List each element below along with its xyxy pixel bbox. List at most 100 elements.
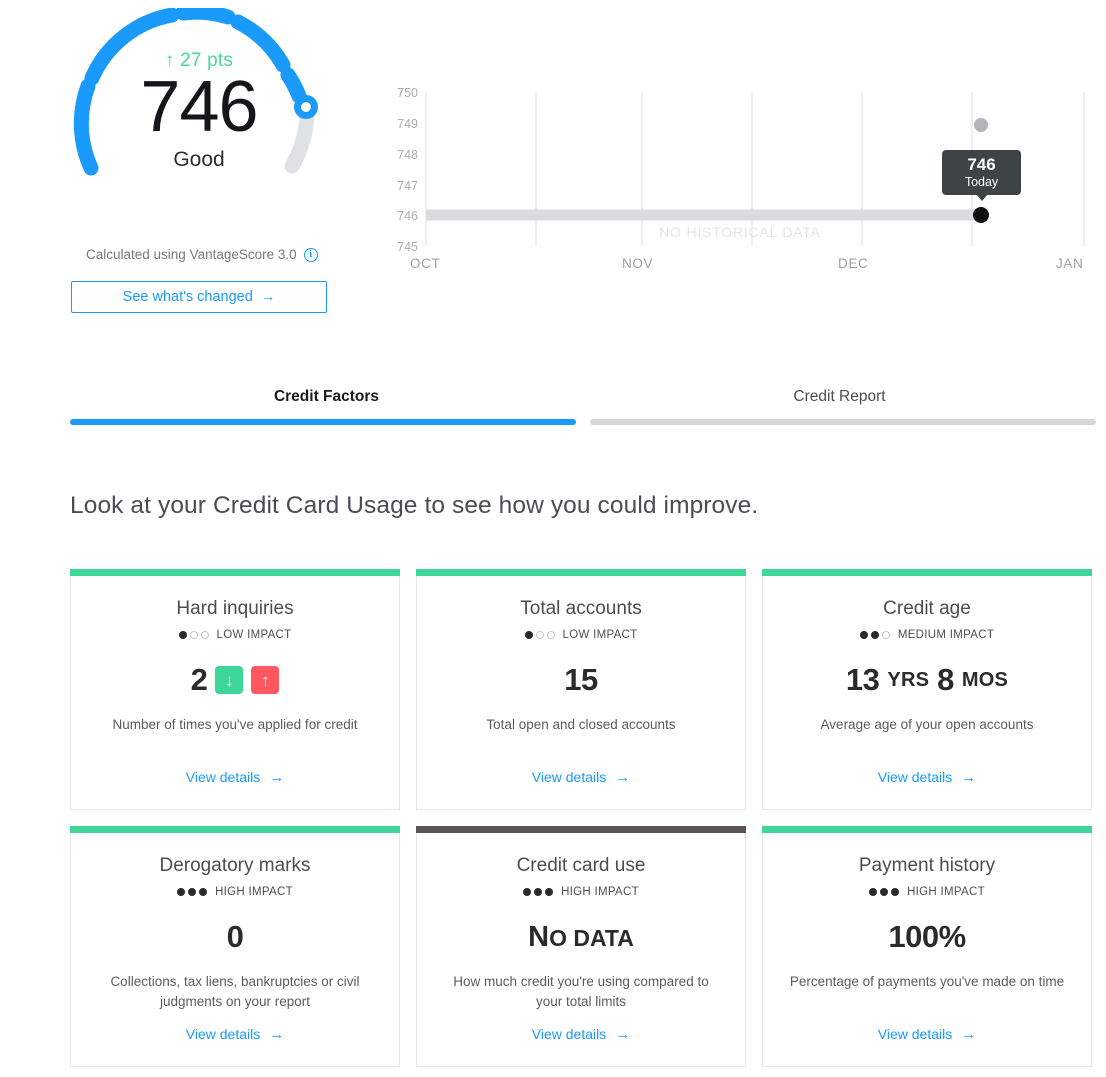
- impact-dots: [177, 888, 208, 896]
- card-value-row: 0: [227, 918, 244, 956]
- card-credit-card-use[interactable]: Credit card use HIGH IMPACT NO DATA How …: [416, 826, 746, 1067]
- card-value: 2: [190, 662, 208, 697]
- credit-factor-cards: Hard inquiries LOW IMPACT 2 ↓ ↑ Number o…: [70, 569, 1096, 1067]
- tab-credit-report[interactable]: Credit Report: [583, 388, 1096, 419]
- arrow-right-icon: →: [269, 1025, 285, 1043]
- score-value: 746: [140, 67, 258, 148]
- tab-indicator-credit-report: [590, 419, 1096, 425]
- impact-label: HIGH IMPACT: [907, 886, 985, 898]
- card-value-years: 13: [845, 662, 880, 697]
- see-whats-changed-label: See what's changed: [122, 289, 253, 305]
- card-description: Percentage of payments you've made on ti…: [789, 974, 1065, 989]
- score-overview-section: ↑ 27 pts 746 Good Calculated using Vanta…: [0, 0, 1106, 345]
- impact-label: LOW IMPACT: [562, 629, 638, 641]
- tab-credit-factors[interactable]: Credit Factors: [70, 388, 583, 419]
- impact-dots: [524, 631, 555, 639]
- card-title: Credit card use: [516, 855, 646, 876]
- view-details-link[interactable]: View details →: [186, 769, 284, 785]
- card-derogatory-marks[interactable]: Derogatory marks HIGH IMPACT 0 Collectio…: [70, 826, 400, 1067]
- view-details-link[interactable]: View details →: [532, 769, 630, 785]
- card-accent-bar: [416, 569, 746, 576]
- down-arrow-badge[interactable]: ↓: [215, 666, 244, 694]
- card-payment-history[interactable]: Payment history HIGH IMPACT 100% Percent…: [762, 826, 1092, 1067]
- y-tick-745: 745: [397, 240, 418, 254]
- card-accent-bar: [70, 826, 400, 833]
- card-description: Collections, tax liens, bankruptcies or …: [110, 974, 360, 1009]
- x-tick-oct: OCT: [410, 256, 441, 271]
- view-details-link[interactable]: View details →: [532, 1026, 630, 1042]
- x-tick-dec: DEC: [838, 256, 869, 271]
- card-unit-months: MOS: [961, 668, 1009, 691]
- card-value: 0: [226, 919, 244, 954]
- up-arrow-badge[interactable]: ↑: [251, 666, 280, 694]
- card-hard-inquiries[interactable]: Hard inquiries LOW IMPACT 2 ↓ ↑ Number o…: [70, 569, 400, 810]
- view-details-label: View details: [877, 769, 953, 785]
- impact-label: MEDIUM IMPACT: [897, 629, 995, 641]
- card-title: Hard inquiries: [176, 598, 294, 619]
- card-unit-years: YRS: [887, 668, 930, 691]
- card-value-row: NO DATA: [528, 918, 634, 956]
- section-tabs: Credit Factors Credit Report: [70, 388, 1096, 425]
- view-details-link[interactable]: View details →: [186, 1026, 284, 1042]
- y-tick-750: 750: [397, 86, 418, 100]
- arrow-right-icon: →: [615, 768, 631, 786]
- score-history-chart: 750 749 748 747 746 745 NO HISTORICAL DA…: [384, 84, 1096, 279]
- card-value: 15: [564, 662, 598, 697]
- x-tick-jan: JAN: [1056, 256, 1084, 271]
- arrow-right-icon: →: [961, 1025, 977, 1043]
- x-tick-nov: NOV: [622, 256, 654, 271]
- impact-dots: [178, 631, 209, 639]
- card-value-row: 15: [564, 661, 598, 699]
- y-tick-747: 747: [397, 179, 418, 193]
- chart-point-upper: [974, 118, 988, 132]
- view-details-label: View details: [877, 1026, 953, 1042]
- impact-indicator: LOW IMPACT: [178, 629, 292, 641]
- impact-label: HIGH IMPACT: [215, 886, 293, 898]
- score-rating: Good: [173, 147, 225, 171]
- no-historical-data-watermark: NO HISTORICAL DATA: [659, 224, 821, 240]
- view-details-label: View details: [531, 769, 607, 785]
- card-value: NO DATA: [528, 920, 634, 953]
- view-details-label: View details: [531, 1026, 607, 1042]
- card-value-row: 2 ↓ ↑: [191, 661, 280, 699]
- y-tick-746: 746: [397, 209, 418, 223]
- view-details-link[interactable]: View details →: [878, 769, 976, 785]
- arrow-right-icon: →: [260, 289, 276, 305]
- card-title: Credit age: [883, 598, 971, 619]
- impact-dots: [869, 888, 900, 896]
- card-total-accounts[interactable]: Total accounts LOW IMPACT 15 Total open …: [416, 569, 746, 810]
- see-whats-changed-button[interactable]: See what's changed →: [71, 281, 327, 313]
- card-accent-bar: [416, 826, 746, 833]
- arrow-right-icon: →: [615, 1025, 631, 1043]
- credit-score-gauge: ↑ 27 pts 746 Good: [70, 8, 328, 208]
- impact-indicator: HIGH IMPACT: [177, 886, 293, 898]
- impact-indicator: HIGH IMPACT: [869, 886, 985, 898]
- arrow-right-icon: →: [961, 768, 977, 786]
- card-credit-age[interactable]: Credit age MEDIUM IMPACT 13 YRS 8 MOS Av…: [762, 569, 1092, 810]
- y-tick-749: 749: [397, 117, 418, 131]
- impact-label: LOW IMPACT: [216, 629, 292, 641]
- impact-indicator: MEDIUM IMPACT: [859, 629, 995, 641]
- card-accent-bar: [762, 826, 1092, 833]
- card-description: Number of times you've applied for credi…: [112, 717, 358, 732]
- score-model-text: Calculated using VantageScore 3.0: [86, 247, 297, 262]
- impact-indicator: LOW IMPACT: [524, 629, 638, 641]
- page-title: Look at your Credit Card Usage to see ho…: [70, 492, 759, 519]
- view-details-link[interactable]: View details →: [878, 1026, 976, 1042]
- y-tick-748: 748: [397, 148, 418, 162]
- card-title: Derogatory marks: [159, 855, 311, 876]
- chart-tooltip: 746 Today: [942, 150, 1021, 201]
- tab-indicator-credit-factors: [70, 419, 576, 425]
- card-accent-bar: [762, 569, 1092, 576]
- arrow-right-icon: →: [269, 768, 285, 786]
- card-description: How much credit you're using compared to…: [453, 974, 709, 1009]
- score-model-note: Calculated using VantageScore 3.0 i: [86, 247, 318, 262]
- chart-point-today: [973, 207, 989, 223]
- impact-dots: [523, 888, 554, 896]
- card-value-row: 13 YRS 8 MOS: [846, 661, 1008, 699]
- view-details-label: View details: [185, 769, 261, 785]
- view-details-label: View details: [185, 1026, 261, 1042]
- info-icon[interactable]: i: [303, 247, 318, 262]
- card-title: Total accounts: [520, 598, 642, 619]
- card-accent-bar: [70, 569, 400, 576]
